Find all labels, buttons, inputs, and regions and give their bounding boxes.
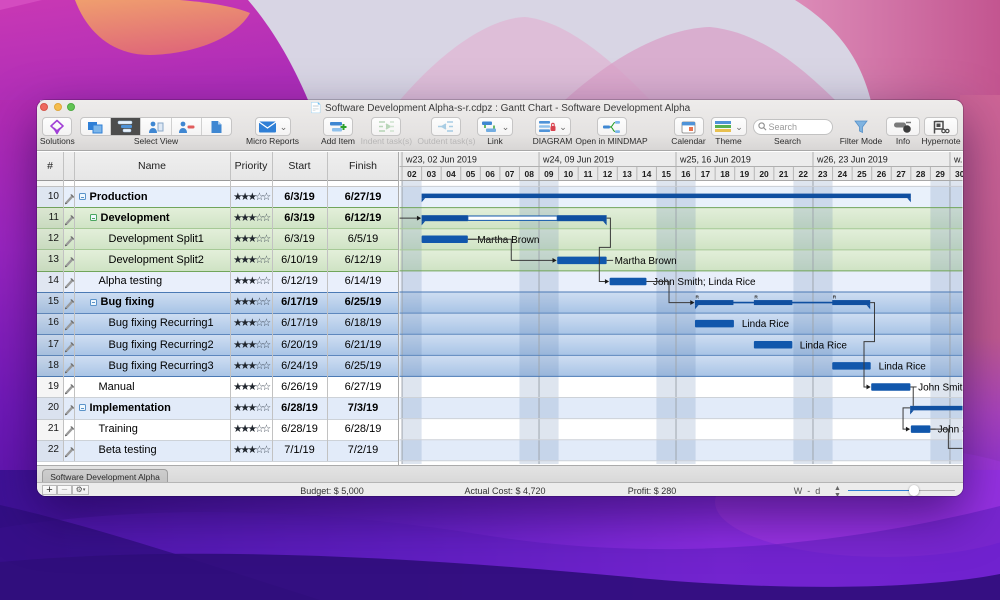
svg-text:16: 16 bbox=[681, 169, 691, 179]
svg-text:13: 13 bbox=[622, 169, 632, 179]
svg-text:04: 04 bbox=[446, 169, 456, 179]
svg-text:R: R bbox=[754, 295, 758, 301]
svg-text:07: 07 bbox=[505, 169, 515, 179]
svg-text:11: 11 bbox=[583, 169, 592, 179]
svg-text:w23, 02 Jun 2019: w23, 02 Jun 2019 bbox=[405, 154, 477, 164]
svg-text:27: 27 bbox=[896, 169, 906, 179]
svg-text:John S: John S bbox=[938, 425, 963, 436]
svg-text:20: 20 bbox=[759, 169, 769, 179]
svg-text:06: 06 bbox=[485, 169, 495, 179]
svg-text:22: 22 bbox=[798, 169, 808, 179]
svg-text:R: R bbox=[695, 295, 699, 301]
svg-text:John Smith; Linda R: John Smith; Linda R bbox=[918, 382, 963, 393]
svg-text:w26, 23 Jun 2019: w26, 23 Jun 2019 bbox=[816, 154, 888, 164]
svg-text:John Smith; Linda Rice: John Smith; Linda Rice bbox=[653, 277, 756, 288]
svg-text:25: 25 bbox=[857, 169, 867, 179]
svg-text:29: 29 bbox=[935, 169, 945, 179]
svg-text:09: 09 bbox=[544, 169, 554, 179]
svg-text:18: 18 bbox=[720, 169, 730, 179]
svg-text:Martha Brown: Martha Brown bbox=[615, 256, 677, 267]
svg-text:05: 05 bbox=[466, 169, 476, 179]
svg-text:02: 02 bbox=[407, 169, 417, 179]
svg-text:10: 10 bbox=[564, 169, 574, 179]
svg-text:24: 24 bbox=[838, 169, 848, 179]
svg-text:12: 12 bbox=[603, 169, 613, 179]
svg-text:28: 28 bbox=[916, 169, 926, 179]
svg-text:19: 19 bbox=[740, 169, 750, 179]
svg-text:Linda Rice: Linda Rice bbox=[800, 340, 848, 351]
svg-text:17: 17 bbox=[701, 169, 711, 179]
svg-text:w.: w. bbox=[953, 154, 962, 164]
svg-text:Linda Rice: Linda Rice bbox=[879, 361, 927, 372]
svg-text:26: 26 bbox=[877, 169, 887, 179]
svg-text:14: 14 bbox=[642, 169, 652, 179]
svg-text:w25, 16 Jun 2019: w25, 16 Jun 2019 bbox=[679, 154, 751, 164]
svg-text:R: R bbox=[833, 295, 837, 301]
svg-text:23: 23 bbox=[818, 169, 828, 179]
svg-text:Linda Rice: Linda Rice bbox=[742, 319, 790, 330]
svg-text:30: 30 bbox=[955, 169, 963, 179]
svg-text:21: 21 bbox=[779, 169, 789, 179]
svg-text:15: 15 bbox=[662, 169, 672, 179]
svg-text:Martha Brown: Martha Brown bbox=[477, 235, 539, 246]
svg-text:03: 03 bbox=[427, 169, 437, 179]
svg-text:08: 08 bbox=[525, 169, 535, 179]
svg-text:w24, 09 Jun 2019: w24, 09 Jun 2019 bbox=[542, 154, 614, 164]
